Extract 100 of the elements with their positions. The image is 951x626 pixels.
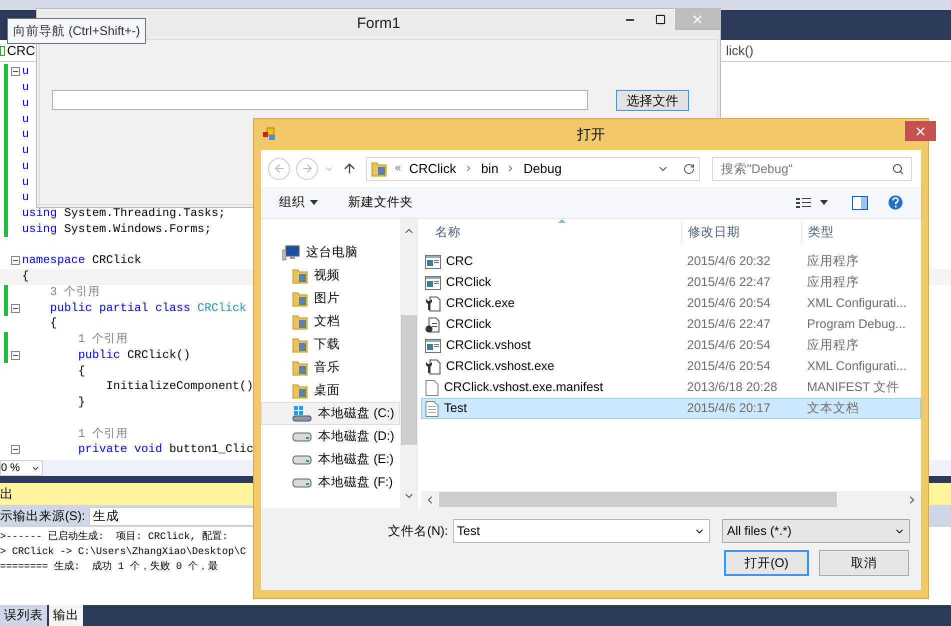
choose-file-button[interactable]: 选择文件 [616,90,689,111]
file-date: 2015/4/6 22:47 [686,316,772,334]
forward-arrow-icon [300,162,314,175]
nav-item[interactable]: 图片 [261,287,400,310]
folder-icon [371,160,387,176]
new-folder-button[interactable]: 新建文件夹 [348,193,413,212]
nav-item[interactable]: 本地磁盘 (C:) [261,402,400,425]
code-line: { [77,364,86,379]
sort-arrow-icon [558,219,566,223]
search-icon [892,162,904,174]
code-line: { [49,316,58,332]
file-row[interactable]: CRClick.vshost.exe.manifest 2013/6/18 20:28 MANIFEST 文件 [421,377,921,398]
nav-item[interactable]: 本地磁盘 (F:) [261,471,400,494]
caret-icon[interactable] [820,200,828,205]
scrollbar[interactable] [400,219,418,508]
file-row[interactable]: CRClick 2015/4/6 22:47 Program Debug... [421,314,921,335]
nav-item[interactable]: 下载 [261,333,400,356]
file-row[interactable]: CRClick.vshost.exe 2015/4/6 20:54 XML Configurati... [421,356,921,377]
application-icon [425,254,441,268]
collapse-icon[interactable] [10,350,20,360]
file-type: XML Configurati... [806,358,908,376]
nav-item[interactable]: 文档 [261,310,400,333]
file-row[interactable]: CRClick.exe 2015/4/6 20:54 XML Configurati... [421,293,921,314]
collapse-icon[interactable] [10,256,20,266]
code-line: u [22,127,30,142]
code-line: InitializeComponent() [105,379,254,394]
breadcrumb[interactable]: bin [481,158,498,178]
filename-field[interactable]: Test [453,519,710,543]
panel-tab[interactable]: 输出 [49,605,83,626]
application-icon [425,276,441,290]
up-icon[interactable] [342,161,357,176]
collapse-icon[interactable] [10,304,20,313]
organize-button[interactable]: 组织 [279,193,318,212]
file-name: CRClick.exe [446,295,515,312]
code-line: using System.Windows.Forms; [22,222,212,237]
dialog-title: 打开 [577,125,605,144]
file-row[interactable]: CRClick 2015/4/6 22:47 应用程序 [421,272,921,293]
nav-item[interactable]: 桌面 [261,379,400,402]
panel-tab[interactable]: 误列表 [0,605,47,626]
text-document-icon [425,400,439,416]
code-line: u [22,64,30,80]
file-name: Test [444,400,467,418]
folder-icon [292,314,308,330]
nav-item[interactable]: 音乐 [261,356,400,379]
nav-item[interactable]: 视频 [261,264,400,287]
column-header[interactable]: 名称 [421,219,681,245]
address-bar[interactable]: « CRClick bin Debug [366,156,700,180]
preview-pane-icon[interactable] [852,196,868,210]
cancel-button[interactable]: 取消 [819,550,909,576]
file-date: 2015/4/6 20:54 [686,295,772,312]
collapse-icon[interactable] [10,67,20,76]
breadcrumb[interactable]: CRClick [409,158,456,178]
file-type: 文本文档 [806,400,860,418]
member-dropdown[interactable]: lick() [722,40,758,60]
collapse-icon[interactable] [10,445,20,454]
search-field[interactable]: 搜索"Debug" [712,156,912,180]
horizontal-scrollbar[interactable] [421,491,921,508]
open-button[interactable]: 打开(O) [724,550,809,576]
panel-title: 出 [0,485,13,504]
folder-icon [292,290,308,306]
zoom-dropdown[interactable]: 0 % [0,460,43,476]
folder-icon [292,360,308,376]
file-row[interactable]: CRC 2015/4/6 20:32 应用程序 [421,251,921,272]
file-name: CRClick [446,316,492,334]
file-type-dropdown[interactable]: All files (*.*) [722,519,910,543]
nav-item[interactable]: 这台电脑 [261,241,400,264]
scroll-thumb[interactable] [401,315,417,445]
close-button[interactable] [905,121,936,141]
text-field[interactable] [52,90,588,110]
file-type: 应用程序 [806,274,860,292]
document-dot-icon [425,316,441,332]
help-icon[interactable] [888,195,903,210]
source-label: 示输出来源(S): [0,508,86,525]
breadcrumb[interactable]: Debug [523,158,562,178]
wrench-document-icon [425,358,441,374]
column-header[interactable]: 修改日期 [681,219,801,245]
code-line: public partial class CRClick [49,300,246,316]
code-line: 1 个引用 [77,426,128,442]
column-header[interactable]: 类型 [801,219,921,245]
scroll-thumb[interactable] [439,492,837,507]
file-row[interactable]: CRClick.vshost 2015/4/6 20:54 应用程序 [421,335,921,356]
code-line: u [22,158,30,174]
nav-item[interactable]: 本地磁盘 (E:) [261,448,400,471]
folder-icon [292,382,308,398]
view-icon[interactable] [796,196,812,208]
document-icon [425,380,439,396]
file-row[interactable]: Test 2015/4/6 20:17 文本文档 [421,398,921,419]
back-arrow-icon [272,162,286,175]
file-date: 2013/6/18 20:28 [686,379,778,396]
refresh-icon[interactable] [683,162,695,174]
code-line: u [22,190,30,206]
caret-icon [310,200,318,205]
app-icon [262,127,276,141]
code-line: namespace CRClick [22,253,142,268]
file-date: 2015/4/6 20:32 [686,253,772,270]
nav-item[interactable]: 本地磁盘 (D:) [261,425,400,448]
filename-label: 文件名(N): [387,522,448,540]
code-line: 1 个引用 [77,332,128,348]
window-title: Form1 [356,14,400,34]
overflow-chevrons: « [395,161,402,176]
